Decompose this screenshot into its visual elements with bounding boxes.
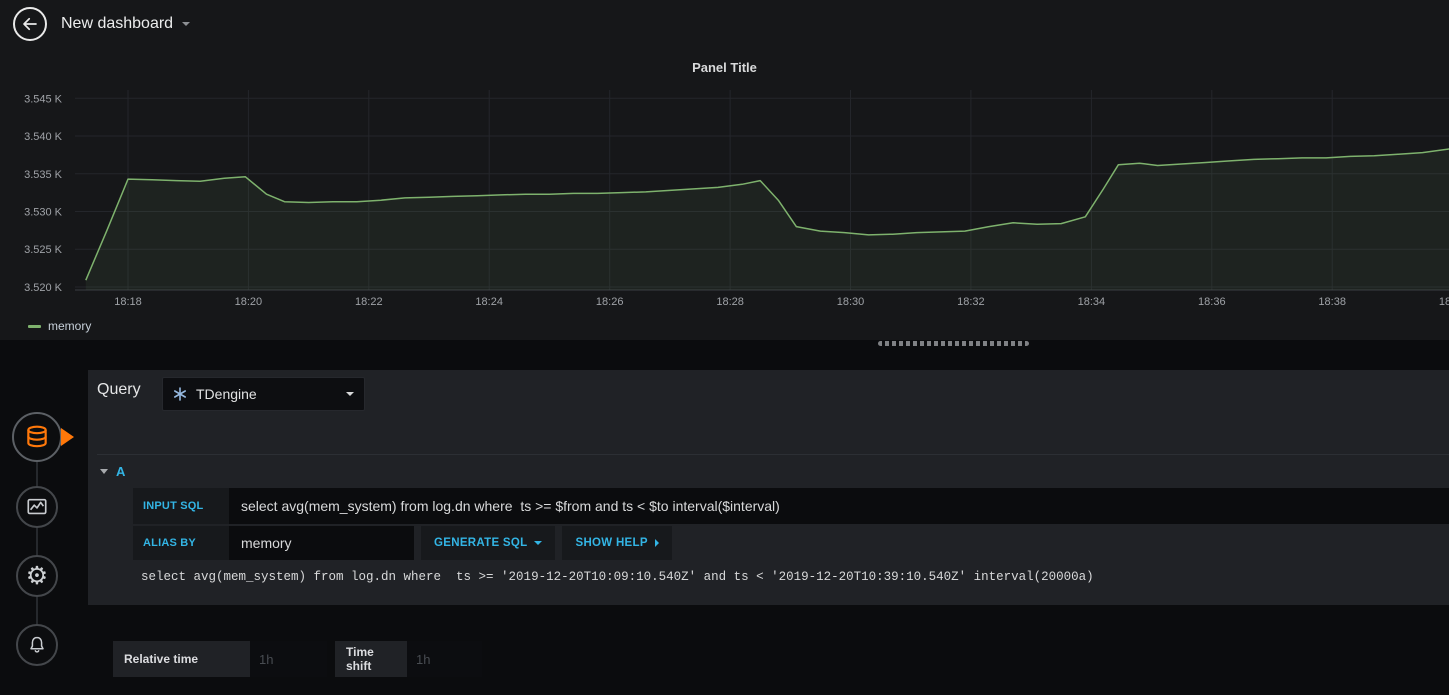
active-tab-arrow-icon bbox=[61, 428, 74, 446]
chevron-down-icon bbox=[534, 541, 543, 545]
dashboard-title-menu[interactable]: New dashboard bbox=[61, 0, 191, 48]
y-tick-label: 3.535 K bbox=[24, 169, 63, 181]
input-sql-row: INPUT SQL bbox=[133, 488, 1449, 524]
tdengine-logo-icon bbox=[173, 387, 187, 401]
x-tick-label: 18:38 bbox=[1318, 296, 1346, 308]
tab-visualization[interactable] bbox=[16, 486, 58, 528]
show-help-button[interactable]: SHOW HELP bbox=[562, 526, 672, 560]
query-heading: Query bbox=[97, 381, 141, 398]
x-tick-label: 18:24 bbox=[475, 296, 503, 308]
y-tick-label: 3.545 K bbox=[24, 93, 63, 105]
y-tick-label: 3.520 K bbox=[24, 282, 63, 294]
horizontal-scrollbar[interactable] bbox=[878, 341, 1029, 346]
chevron-down-icon bbox=[182, 22, 191, 26]
y-tick-label: 3.530 K bbox=[24, 207, 63, 219]
generated-sql-text: select avg(mem_system) from log.dn where… bbox=[141, 570, 1094, 584]
alias-by-field[interactable] bbox=[229, 526, 414, 560]
back-button[interactable] bbox=[13, 7, 47, 41]
x-tick-label: 18:28 bbox=[716, 296, 744, 308]
series-area bbox=[85, 148, 1449, 290]
y-tick-label: 3.525 K bbox=[24, 244, 63, 256]
chart-svg[interactable]: 18:18 18:20 18:22 18:24 18:26 18:28 18:30 18:32… bbox=[0, 48, 1449, 340]
tab-alert[interactable] bbox=[16, 624, 58, 666]
tab-general-settings[interactable]: ⚙ bbox=[16, 555, 58, 597]
x-tick-label: 18:26 bbox=[596, 296, 624, 308]
query-row-toggle[interactable]: A bbox=[100, 460, 125, 482]
database-icon bbox=[24, 424, 50, 450]
query-row-divider bbox=[97, 454, 1449, 455]
query-editor-panel: Query TDengine A INPUT SQL select avg(me… bbox=[88, 370, 1449, 605]
query-options-row: Relative time Time shift bbox=[113, 641, 482, 677]
x-tick-label: 18:22 bbox=[355, 296, 383, 308]
relative-time-label: Relative time bbox=[113, 641, 250, 677]
x-tick-label: 18:36 bbox=[1198, 296, 1226, 308]
legend: memory bbox=[28, 319, 91, 333]
time-shift-field[interactable] bbox=[407, 641, 482, 677]
chevron-right-icon bbox=[654, 539, 659, 547]
x-tick-label: 18:18 bbox=[114, 296, 142, 308]
show-help-label: SHOW HELP bbox=[575, 537, 648, 549]
gear-icon: ⚙ bbox=[25, 561, 49, 590]
x-tick-label: 18:20 bbox=[235, 296, 263, 308]
x-tick-label: 18:30 bbox=[837, 296, 865, 308]
chevron-down-icon bbox=[346, 392, 354, 396]
input-sql-label: INPUT SQL bbox=[133, 488, 229, 524]
input-sql-field[interactable] bbox=[229, 488, 1449, 524]
x-tick-label: 18:32 bbox=[957, 296, 985, 308]
relative-time-field[interactable] bbox=[250, 641, 327, 677]
time-shift-label: Time shift bbox=[335, 641, 407, 677]
alias-by-label: ALIAS BY bbox=[133, 526, 229, 560]
generate-sql-label: GENERATE SQL bbox=[434, 537, 528, 549]
datasource-picker[interactable]: TDengine bbox=[162, 377, 365, 411]
y-tick-label: 3.540 K bbox=[24, 131, 63, 143]
alias-by-row: ALIAS BY GENERATE SQL SHOW HELP bbox=[133, 526, 1449, 560]
collapse-caret-icon bbox=[100, 468, 108, 474]
grafana-dashboard: New dashboard Panel Title 18:18 18:20 18:2… bbox=[0, 0, 1449, 695]
datasource-name: TDengine bbox=[196, 386, 257, 402]
arrow-left-icon bbox=[21, 15, 39, 33]
topbar: New dashboard bbox=[0, 0, 1449, 48]
chart-icon bbox=[26, 496, 48, 518]
x-tick-label: 18:40 bbox=[1439, 296, 1449, 308]
legend-series-color[interactable] bbox=[28, 324, 41, 328]
legend-series-label[interactable]: memory bbox=[48, 319, 91, 333]
tab-queries[interactable] bbox=[12, 412, 62, 462]
generate-sql-button[interactable]: GENERATE SQL bbox=[421, 526, 556, 560]
x-tick-label: 18:34 bbox=[1078, 296, 1106, 308]
dashboard-title: New dashboard bbox=[61, 15, 174, 32]
graph-panel: Panel Title 18:18 18:20 18:22 18:24 18:26 18:… bbox=[0, 48, 1449, 340]
bell-icon bbox=[27, 635, 47, 655]
query-ref-id: A bbox=[116, 463, 126, 479]
